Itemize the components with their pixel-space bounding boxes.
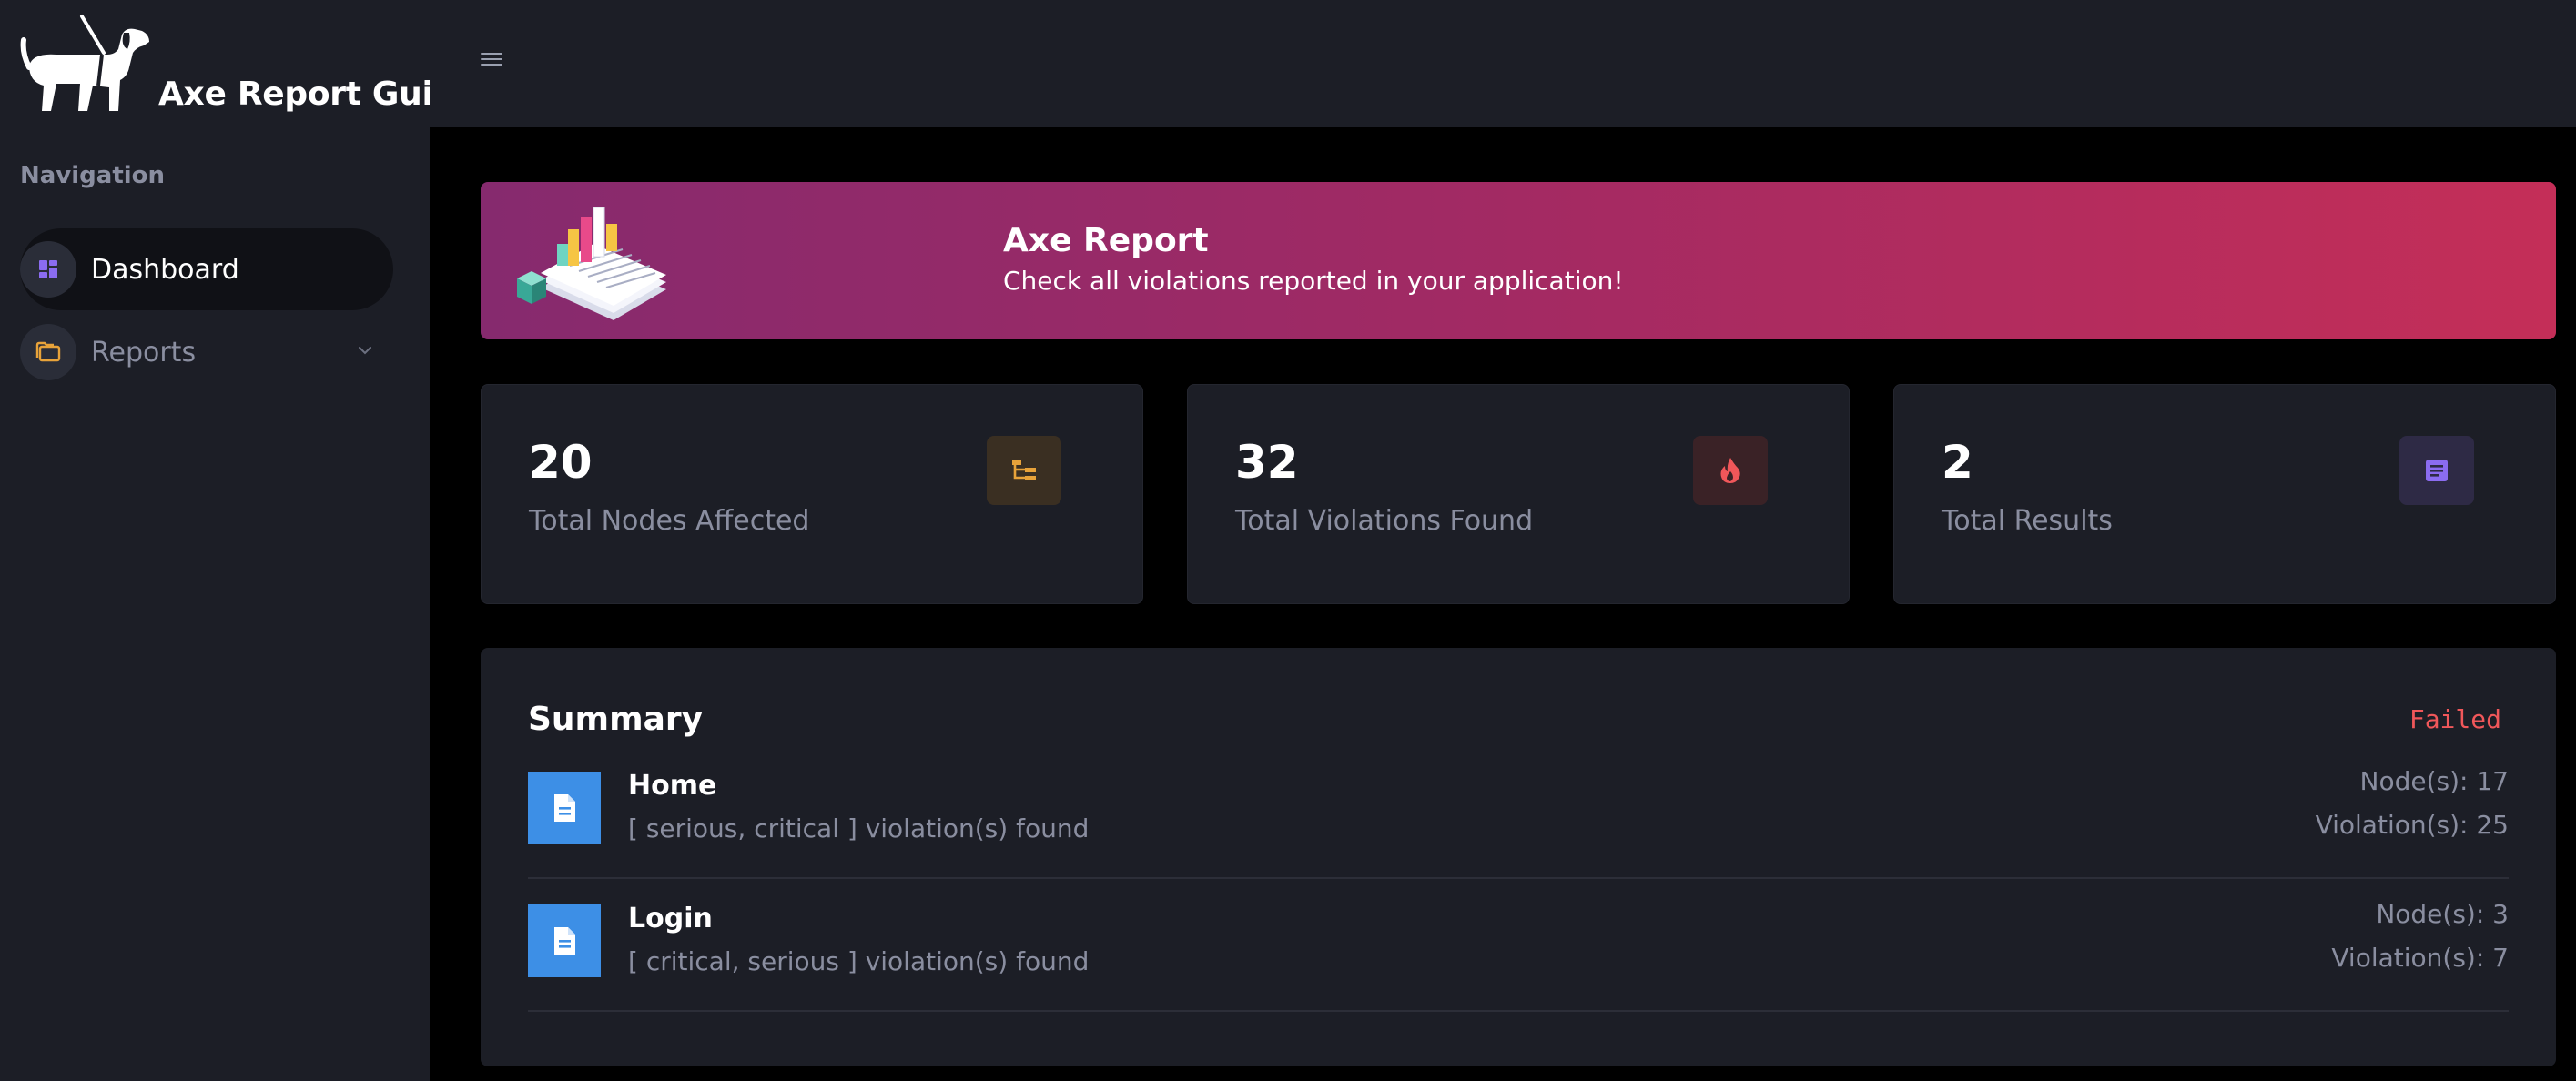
file-icon[interactable] bbox=[528, 772, 601, 844]
top-bar bbox=[430, 0, 2576, 127]
row-description: [ critical, serious ] violation(s) found bbox=[628, 946, 1090, 976]
row-name: Login bbox=[628, 903, 713, 935]
sidebar-item-label: Dashboard bbox=[91, 253, 239, 286]
dashboard-icon bbox=[20, 241, 76, 298]
nav-heading: Navigation bbox=[20, 162, 166, 189]
violation-count: Violation(s): 7 bbox=[2331, 943, 2509, 973]
report-banner: Axe Report Check all violations reported… bbox=[481, 182, 2556, 339]
sidebar: Axe Report Guide Navigation Dashboard Re… bbox=[0, 0, 478, 1081]
chevron-down-icon bbox=[357, 342, 373, 359]
stat-card-results: 2 Total Results bbox=[1893, 384, 2556, 604]
stat-label: Total Nodes Affected bbox=[529, 505, 810, 537]
stat-value: 32 bbox=[1235, 436, 1299, 489]
fire-icon bbox=[1693, 436, 1768, 505]
stat-value: 20 bbox=[529, 436, 593, 489]
banner-title: Axe Report bbox=[1003, 222, 1209, 259]
node-count: Node(s): 17 bbox=[2359, 766, 2509, 796]
menu-toggle-icon[interactable] bbox=[481, 53, 502, 69]
list-item[interactable]: Home [ serious, critical ] violation(s) … bbox=[528, 746, 2509, 879]
row-description: [ serious, critical ] violation(s) found bbox=[628, 813, 1090, 844]
summary-title: Summary bbox=[528, 701, 704, 738]
stat-card-violations: 32 Total Violations Found bbox=[1187, 384, 1850, 604]
document-icon bbox=[2399, 436, 2474, 505]
stat-value: 2 bbox=[1942, 436, 1973, 489]
folder-icon bbox=[20, 324, 76, 380]
file-icon[interactable] bbox=[528, 904, 601, 977]
guide-dog-logo-icon bbox=[20, 13, 153, 115]
stat-card-nodes: 20 Total Nodes Affected bbox=[481, 384, 1143, 604]
violation-count: Violation(s): 25 bbox=[2315, 810, 2509, 840]
sidebar-item-dashboard[interactable]: Dashboard bbox=[20, 228, 393, 310]
summary-panel: Summary Failed Home [ serious, critical … bbox=[481, 648, 2556, 1066]
banner-subtitle: Check all violations reported in your ap… bbox=[1003, 266, 1624, 296]
report-illustration-icon bbox=[513, 204, 668, 322]
list-item[interactable]: Login [ critical, serious ] violation(s)… bbox=[528, 879, 2509, 1012]
sidebar-item-label: Reports bbox=[91, 336, 197, 369]
tree-icon bbox=[987, 436, 1061, 505]
row-name: Home bbox=[628, 770, 717, 802]
status-badge: Failed bbox=[2409, 704, 2501, 734]
stat-label: Total Results bbox=[1942, 505, 2113, 537]
node-count: Node(s): 3 bbox=[2376, 899, 2509, 929]
brand[interactable]: Axe Report Guide bbox=[20, 13, 478, 115]
stat-label: Total Violations Found bbox=[1235, 505, 1534, 537]
sidebar-item-reports[interactable]: Reports bbox=[20, 311, 393, 393]
